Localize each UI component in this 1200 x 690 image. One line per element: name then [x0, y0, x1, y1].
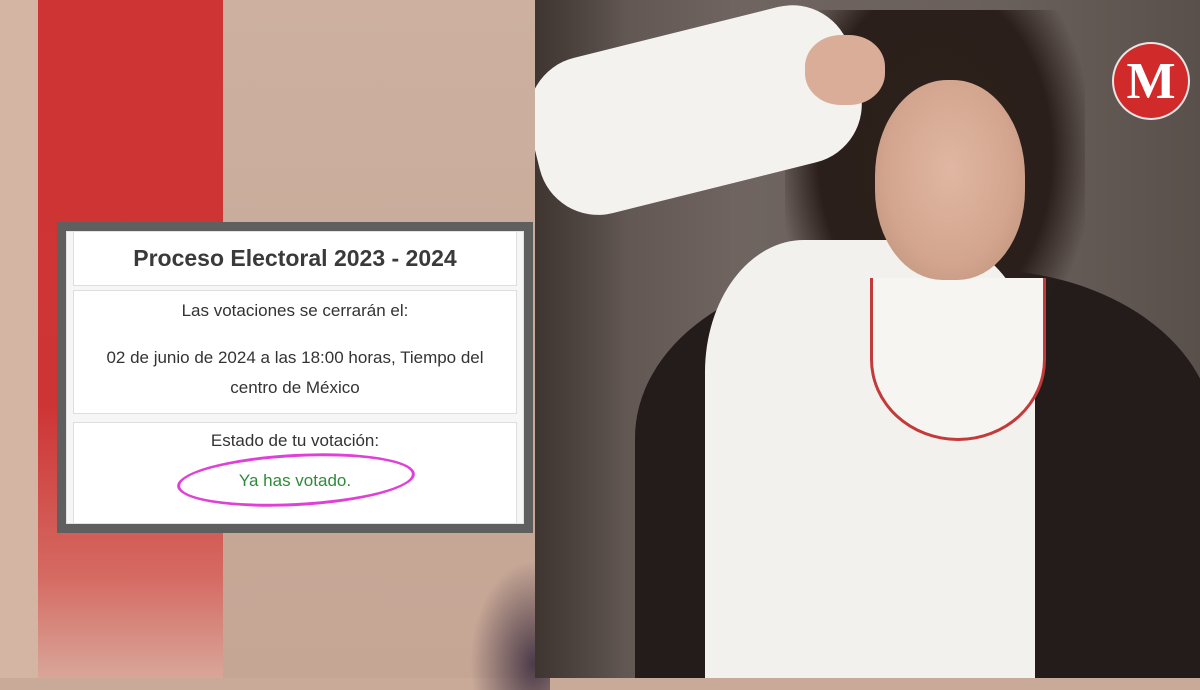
hand: [805, 35, 885, 105]
face: [875, 80, 1025, 280]
closing-date: 02 de junio de 2024 a las 18:00 horas, T…: [106, 348, 484, 397]
vote-status-panel: Proceso Electoral 2023 - 2024 Las votaci…: [66, 231, 524, 524]
closing-info: Las votaciones se cerrarán el: 02 de jun…: [73, 290, 517, 414]
status-value: Ya has votado.: [238, 471, 352, 490]
logo-letter: M: [1126, 53, 1176, 110]
shirt-collar: [870, 278, 1046, 441]
status-label: Estado de tu votación:: [210, 431, 380, 450]
status-highlight: Ya has votado.: [175, 447, 417, 513]
milenio-logo-icon: M: [1114, 44, 1188, 118]
background-stripe-pale: [0, 0, 38, 678]
vote-status-screenshot: Proceso Electoral 2023 - 2024 Las votaci…: [57, 222, 533, 533]
card-title: Proceso Electoral 2023 - 2024: [73, 232, 517, 286]
vote-status: Estado de tu votación: Ya has votado.: [73, 422, 517, 523]
closing-label: Las votaciones se cerrarán el:: [181, 301, 409, 320]
portrait-photo: [535, 0, 1200, 678]
